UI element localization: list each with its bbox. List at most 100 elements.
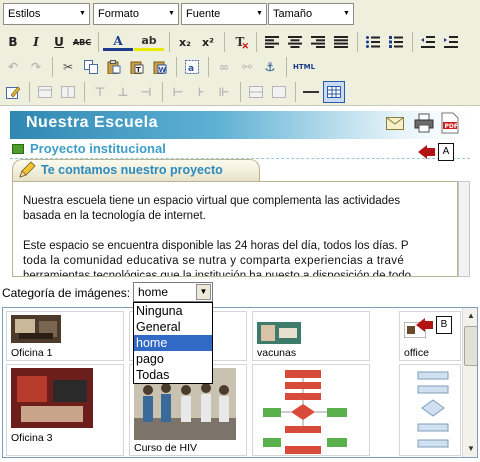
numbered-list-icon[interactable] bbox=[385, 31, 407, 53]
font-dropdown[interactable]: Fuente ▼ bbox=[181, 3, 267, 25]
outdent-icon[interactable] bbox=[417, 31, 439, 53]
scrollbar-thumb[interactable] bbox=[464, 326, 477, 366]
pdf-icon[interactable]: PDF bbox=[441, 112, 459, 137]
gallery-item[interactable]: Oficina 1 bbox=[6, 311, 124, 361]
editor-document[interactable]: Nuestra Escuela PDF Proyecto institucion… bbox=[0, 107, 480, 277]
flowchart-thumbnail bbox=[257, 368, 367, 455]
office-photo-thumbnail bbox=[11, 368, 93, 428]
unlink-icon[interactable]: ⚯ bbox=[236, 56, 258, 78]
callout-b: B bbox=[416, 316, 452, 334]
scroll-up-icon[interactable]: ▲ bbox=[463, 308, 477, 324]
scroll-down-icon[interactable]: ▼ bbox=[463, 441, 477, 457]
size-dropdown-label: Tamaño bbox=[273, 8, 313, 20]
category-option-general[interactable]: General bbox=[134, 319, 212, 335]
gallery-item[interactable]: Oficina 3 bbox=[6, 364, 124, 456]
red-arrow-icon bbox=[418, 145, 427, 159]
anchor-icon[interactable]: ⚓ bbox=[259, 56, 281, 78]
insert-table-icon[interactable] bbox=[323, 81, 345, 103]
table-row-tools: ⊤ ⊥ ⊣ ⊢ ⊦ ⊩ bbox=[2, 80, 346, 104]
category-option-pago[interactable]: pago bbox=[134, 351, 212, 367]
delete-row-icon[interactable]: ⊣ bbox=[135, 81, 157, 103]
document-scrollbar[interactable] bbox=[458, 181, 470, 277]
cell-properties-icon[interactable] bbox=[57, 81, 79, 103]
category-option-ninguna[interactable]: Ninguna bbox=[134, 303, 212, 319]
strikethrough-button[interactable]: ABC bbox=[71, 31, 93, 53]
horizontal-rule-icon[interactable] bbox=[300, 81, 322, 103]
align-left-icon[interactable] bbox=[261, 31, 283, 53]
insert-col-after-icon[interactable]: ⊦ bbox=[190, 81, 212, 103]
underline-button[interactable]: U bbox=[48, 31, 70, 53]
highlight-color-button[interactable]: ab bbox=[134, 33, 164, 51]
undo-icon[interactable]: ↶ bbox=[2, 56, 24, 78]
styles-dropdown[interactable]: Estilos ▼ bbox=[3, 3, 90, 25]
styles-dropdown-label: Estilos bbox=[8, 8, 41, 20]
remove-format-button[interactable]: T ✕ bbox=[229, 31, 251, 53]
chevron-down-icon: ▼ bbox=[340, 4, 353, 24]
link-icon[interactable]: ∞ bbox=[213, 56, 235, 78]
edit-properties-icon[interactable] bbox=[2, 81, 24, 103]
merge-cells-icon[interactable] bbox=[268, 81, 290, 103]
gallery-item[interactable] bbox=[399, 364, 461, 456]
gallery-caption: Oficina 1 bbox=[11, 347, 53, 359]
redo-icon[interactable]: ↷ bbox=[25, 56, 47, 78]
insert-col-before-icon[interactable]: ⊢ bbox=[167, 81, 189, 103]
print-icon[interactable] bbox=[414, 113, 434, 136]
category-option-todas[interactable]: Todas bbox=[134, 367, 212, 383]
cut-icon[interactable]: ✂ bbox=[57, 56, 79, 78]
chevron-down-icon: ▼ bbox=[76, 4, 89, 24]
delete-col-icon[interactable]: ⊩ bbox=[213, 81, 235, 103]
toolbar-separator bbox=[412, 32, 413, 52]
toolbar-separator bbox=[52, 57, 53, 77]
size-dropdown[interactable]: Tamaño ▼ bbox=[268, 3, 354, 25]
chevron-down-icon: ▼ bbox=[253, 4, 266, 24]
toolbar-separator bbox=[162, 82, 163, 102]
table-properties-icon[interactable] bbox=[34, 81, 56, 103]
superscript-button[interactable]: x² bbox=[197, 31, 219, 53]
image-category-select[interactable]: home ▼ bbox=[133, 282, 213, 302]
toolbar-separator bbox=[357, 32, 358, 52]
gallery-item[interactable] bbox=[252, 364, 370, 456]
font-dropdown-label: Fuente bbox=[186, 8, 221, 20]
select-all-icon[interactable]: a bbox=[181, 56, 203, 78]
insert-row-after-icon[interactable]: ⊥ bbox=[112, 81, 134, 103]
toolbar-separator bbox=[169, 32, 170, 52]
red-arrow-icon bbox=[416, 318, 425, 332]
insert-row-before-icon[interactable]: ⊤ bbox=[89, 81, 111, 103]
align-right-icon[interactable] bbox=[307, 31, 329, 53]
align-center-icon[interactable] bbox=[284, 31, 306, 53]
clipboard-row: ↶ ↷ ✂ T W a ∞ ⚯ ⚓ HTML bbox=[2, 55, 318, 79]
section-tab-title: Te contamos nuestro proyecto bbox=[41, 163, 223, 177]
bulleted-list-icon[interactable] bbox=[362, 31, 384, 53]
svg-text:T: T bbox=[136, 66, 141, 74]
image-gallery: Oficina 1 vacunas office Oficina 3 Curso… bbox=[2, 307, 478, 458]
image-category-label: Categoría de imágenes: bbox=[2, 286, 131, 300]
justify-icon[interactable] bbox=[330, 31, 352, 53]
chevron-down-icon[interactable]: ▼ bbox=[196, 284, 211, 300]
format-dropdown[interactable]: Formato ▼ bbox=[93, 3, 179, 25]
gallery-caption: Oficina 3 bbox=[11, 432, 53, 444]
bold-button[interactable]: B bbox=[2, 31, 24, 53]
callout-a-label: A bbox=[438, 143, 454, 161]
image-category-selected: home bbox=[138, 285, 169, 299]
copy-icon[interactable] bbox=[80, 56, 102, 78]
toolbar-separator bbox=[208, 57, 209, 77]
html-source-button[interactable]: HTML bbox=[291, 56, 317, 78]
category-option-home[interactable]: home bbox=[134, 335, 212, 351]
toolbar-separator bbox=[29, 82, 30, 102]
split-cells-icon[interactable] bbox=[245, 81, 267, 103]
gallery-scrollbar[interactable]: ▲ ▼ bbox=[462, 308, 477, 457]
gallery-item[interactable]: vacunas bbox=[252, 311, 370, 361]
indent-icon[interactable] bbox=[440, 31, 462, 53]
email-icon[interactable] bbox=[386, 117, 404, 134]
italic-button[interactable]: I bbox=[25, 31, 47, 53]
paste-text-icon[interactable]: T bbox=[126, 56, 148, 78]
subscript-button[interactable]: x₂ bbox=[174, 31, 196, 53]
text-color-button[interactable]: A bbox=[103, 33, 133, 51]
content-box[interactable]: Nuestra escuela tiene un espacio virtual… bbox=[12, 181, 458, 277]
paste-word-icon[interactable]: W bbox=[149, 56, 171, 78]
callout-a: A bbox=[418, 143, 454, 161]
svg-text:PDF: PDF bbox=[445, 123, 458, 130]
pencil-icon bbox=[17, 160, 37, 183]
toolbar-separator bbox=[176, 57, 177, 77]
paste-icon[interactable] bbox=[103, 56, 125, 78]
